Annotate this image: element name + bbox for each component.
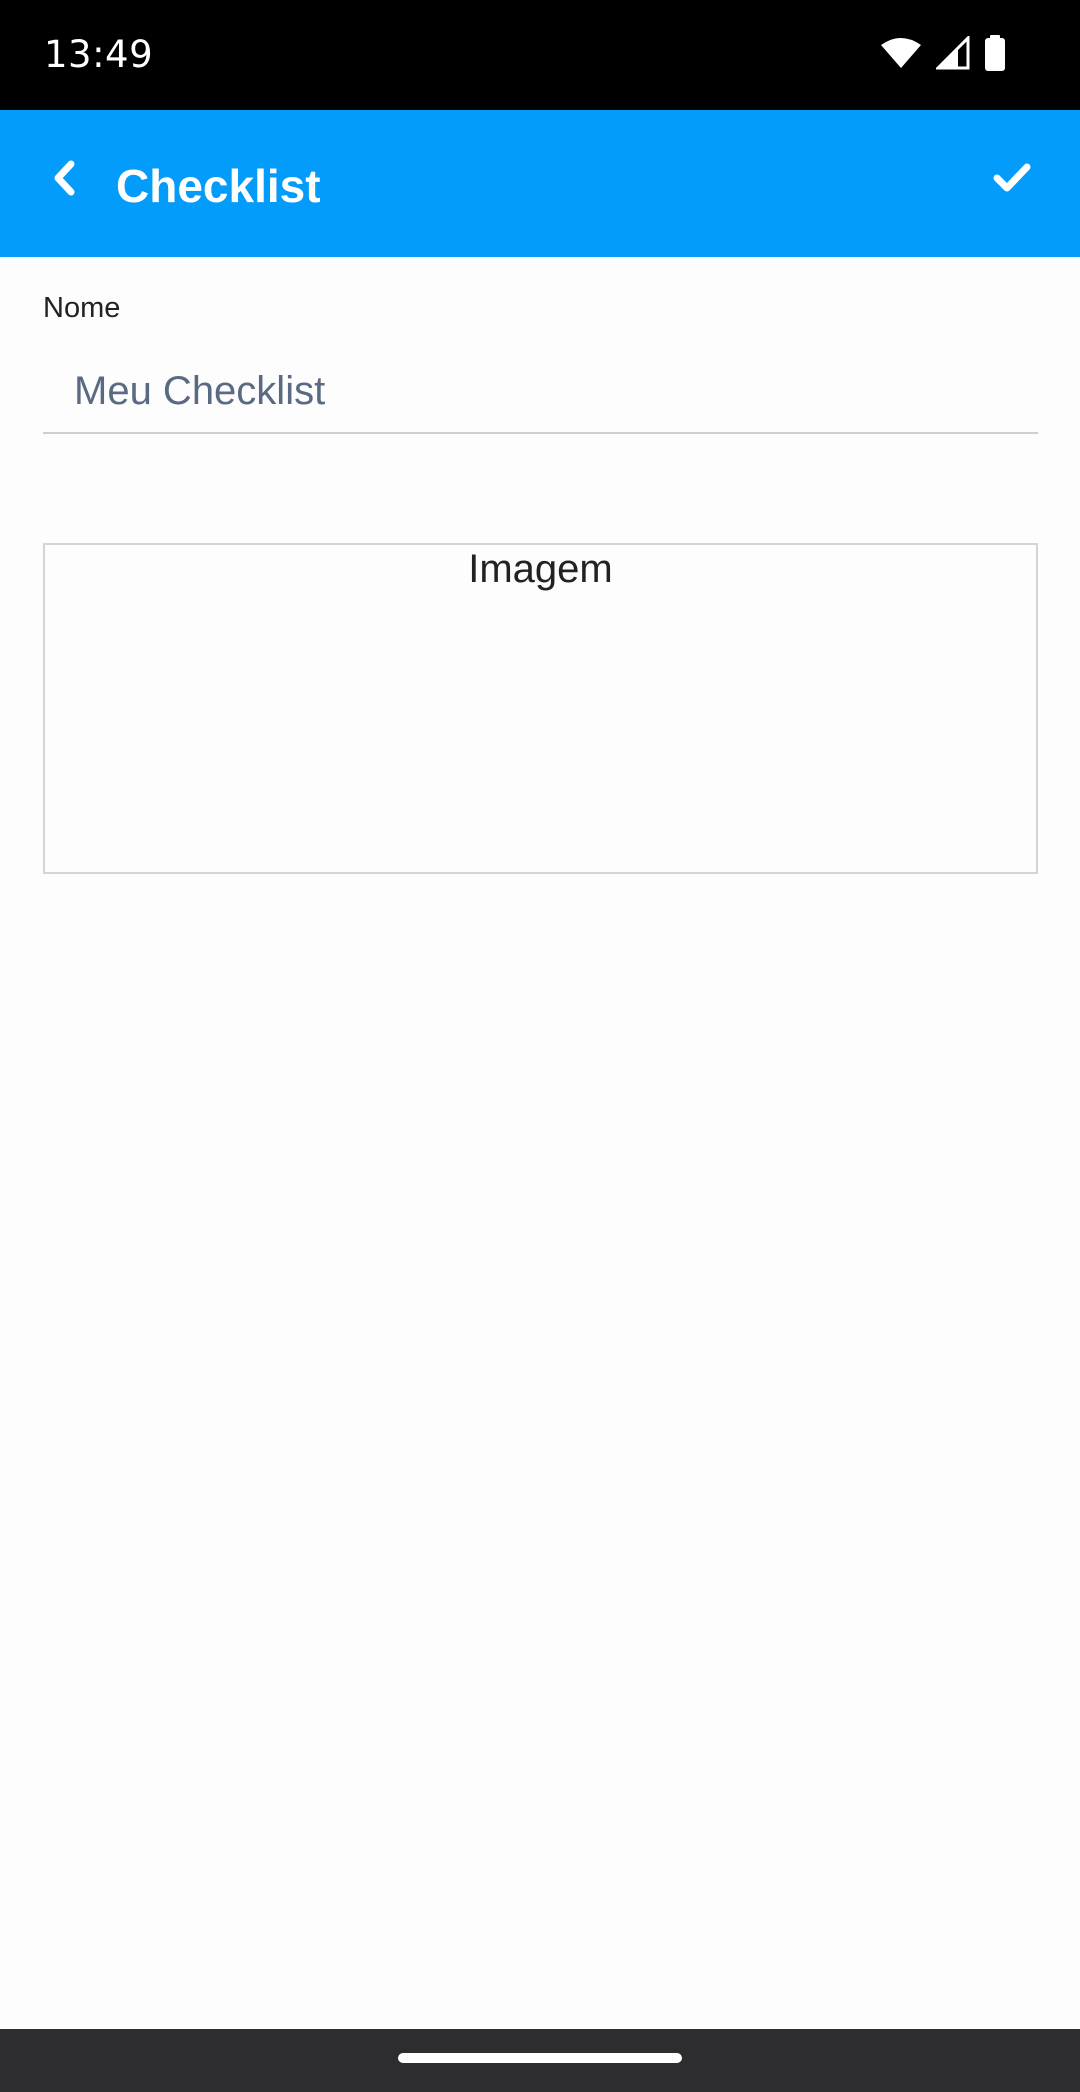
status-time: 13:49	[44, 33, 154, 76]
back-button[interactable]	[32, 148, 96, 212]
battery-icon	[984, 34, 1006, 76]
app-bar: Checklist	[0, 110, 1080, 257]
signal-icon	[934, 33, 970, 75]
image-picker[interactable]: Imagem	[43, 543, 1038, 874]
status-icons	[880, 32, 1006, 78]
image-picker-label: Imagem	[468, 547, 613, 591]
chevron-left-icon	[49, 158, 79, 203]
name-field-label: Nome	[43, 292, 121, 324]
home-gesture-handle[interactable]	[398, 2053, 682, 2063]
name-input[interactable]	[43, 350, 1038, 434]
page-title: Checklist	[116, 160, 321, 212]
navigation-bar	[0, 2029, 1080, 2092]
status-bar: 13:49	[0, 0, 1080, 110]
check-icon	[992, 161, 1032, 200]
confirm-button[interactable]	[980, 148, 1044, 212]
wifi-icon	[880, 37, 922, 74]
